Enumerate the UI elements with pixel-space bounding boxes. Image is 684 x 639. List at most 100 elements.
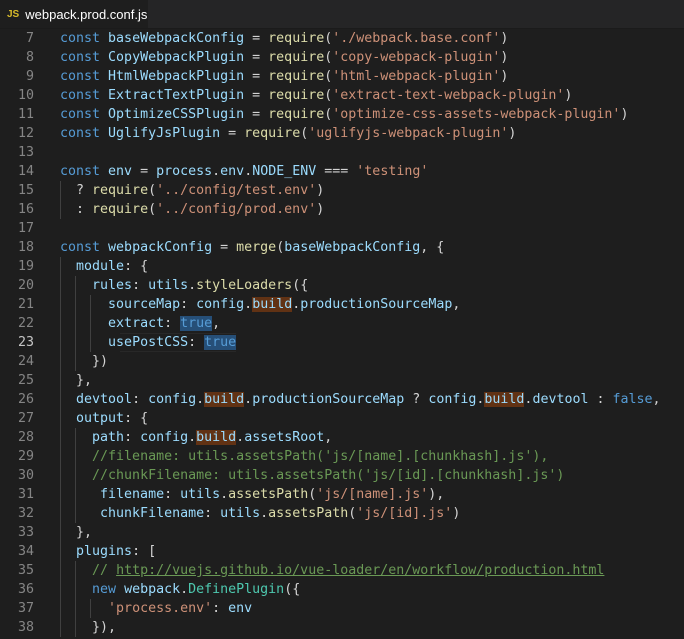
indent-guide bbox=[60, 181, 61, 200]
code-line[interactable]: 34 plugins: [ bbox=[0, 542, 684, 561]
code-token: 'extract-text-webpack-plugin' bbox=[332, 88, 565, 103]
line-content: output: { bbox=[60, 409, 148, 428]
line-number: 28 bbox=[17, 430, 34, 445]
line-number: 29 bbox=[17, 449, 34, 464]
indent-guide bbox=[75, 466, 77, 485]
code-token: : bbox=[124, 430, 141, 445]
code-token: ? bbox=[404, 392, 429, 407]
code-line[interactable]: 32 chunkFilename: utils.assetsPath('js/[… bbox=[0, 504, 684, 523]
code-line[interactable]: 37 'process.env': env bbox=[0, 599, 684, 618]
line-number: 38 bbox=[17, 620, 34, 635]
line-content: devtool: config.build.productionSourceMa… bbox=[60, 390, 661, 409]
code-token: baseWebpackConfig bbox=[108, 31, 245, 46]
code-line[interactable]: 27 output: { bbox=[0, 409, 684, 428]
code-token: : bbox=[180, 297, 197, 312]
code-line[interactable]: 24 }) bbox=[0, 352, 684, 371]
code-line[interactable]: 22 extract: true, bbox=[0, 314, 684, 333]
line-number: 10 bbox=[17, 88, 34, 103]
code-line[interactable]: 19 module: { bbox=[0, 257, 684, 276]
code-token: merge bbox=[236, 240, 277, 255]
line-number: 30 bbox=[17, 468, 34, 483]
indent-guide bbox=[90, 314, 92, 333]
line-number: 31 bbox=[17, 487, 34, 502]
code-token: 'uglifyjs-webpack-plugin' bbox=[308, 126, 509, 141]
line-content: path: config.build.assetsRoot, bbox=[60, 428, 332, 447]
code-line[interactable]: 9 const HtmlWebpackPlugin = require('html… bbox=[0, 67, 684, 86]
code-token: = bbox=[132, 164, 157, 179]
line-content: plugins: [ bbox=[60, 542, 156, 561]
line-number: 9 bbox=[25, 69, 34, 84]
code-token: env bbox=[228, 601, 253, 616]
code-token: //chunkFilename: utils.assetsPath('js/[i… bbox=[92, 468, 565, 483]
code-token: : bbox=[132, 392, 149, 407]
tab-webpack-prod-conf[interactable]: JS webpack.prod.conf.js bbox=[0, 0, 148, 28]
code-token: '../config/prod.env' bbox=[156, 202, 317, 217]
code-token: 'process.env' bbox=[108, 601, 213, 616]
code-token: baseWebpackConfig bbox=[284, 240, 421, 255]
code-token: : bbox=[204, 506, 221, 521]
code-token: require bbox=[268, 69, 325, 84]
line-number: 8 bbox=[25, 50, 34, 65]
line-content: chunkFilename: utils.assetsPath('js/[id]… bbox=[60, 504, 460, 523]
line-content: rules: utils.styleLoaders({ bbox=[60, 276, 308, 295]
code-token: productionSourceMap bbox=[252, 392, 405, 407]
code-line[interactable]: 12 const UglifyJsPlugin = require('uglify… bbox=[0, 124, 684, 143]
code-token: , bbox=[652, 392, 661, 407]
code-line[interactable]: 35 // http://vuejs.github.io/vue-loader/… bbox=[0, 561, 684, 580]
code-line[interactable]: 14 const env = process.env.NODE_ENV === '… bbox=[0, 162, 684, 181]
code-line[interactable]: 26 devtool: config.build.productionSourc… bbox=[0, 390, 684, 409]
code-lines: 7 const baseWebpackConfig = require('./we… bbox=[0, 29, 684, 637]
line-content: const webpackConfig = merge(baseWebpackC… bbox=[60, 238, 444, 257]
code-line[interactable]: 20 rules: utils.styleLoaders({ bbox=[0, 276, 684, 295]
code-token: // bbox=[92, 563, 117, 578]
code-line[interactable]: 28 path: config.build.assetsRoot, bbox=[0, 428, 684, 447]
line-number: 26 bbox=[17, 392, 34, 407]
line-content: const baseWebpackConfig = require('./web… bbox=[60, 29, 508, 48]
code-token: assetsRoot bbox=[244, 430, 325, 445]
code-token: const bbox=[60, 126, 109, 141]
code-editor[interactable]: 7 const baseWebpackConfig = require('./we… bbox=[0, 29, 684, 639]
indent-guide bbox=[75, 485, 77, 504]
code-line[interactable]: 38 }), bbox=[0, 618, 684, 637]
code-token: . bbox=[212, 164, 221, 179]
code-token: '../config/test.env' bbox=[156, 183, 317, 198]
code-line[interactable]: 13 bbox=[0, 143, 684, 162]
code-token: require bbox=[268, 88, 325, 103]
line-number: 11 bbox=[17, 107, 34, 122]
code-line[interactable]: 21 sourceMap: config.build.productionSou… bbox=[0, 295, 684, 314]
code-line[interactable]: 7 const baseWebpackConfig = require('./we… bbox=[0, 29, 684, 48]
code-line[interactable]: 31 filename: utils.assetsPath('js/[name]… bbox=[0, 485, 684, 504]
code-line[interactable]: 17 bbox=[0, 219, 684, 238]
code-token: }, bbox=[60, 525, 93, 540]
line-content: const CopyWebpackPlugin = require('copy-… bbox=[60, 48, 508, 67]
code-line[interactable]: 25 }, bbox=[0, 371, 684, 390]
code-line[interactable]: 11 const OptimizeCSSPlugin = require('opt… bbox=[0, 105, 684, 124]
code-line[interactable]: 23 usePostCSS: true bbox=[0, 333, 684, 352]
line-number: 7 bbox=[25, 31, 34, 46]
code-token: 'html-webpack-plugin' bbox=[332, 69, 501, 84]
code-line[interactable]: 30 //chunkFilename: utils.assetsPath('js… bbox=[0, 466, 684, 485]
code-token: : bbox=[60, 202, 93, 217]
indent-guide bbox=[75, 618, 77, 637]
code-token: const bbox=[60, 88, 109, 103]
code-line[interactable]: 8 const CopyWebpackPlugin = require('copy… bbox=[0, 48, 684, 67]
indent-guide bbox=[60, 580, 61, 599]
code-line[interactable]: 29 //filename: utils.assetsPath('js/[nam… bbox=[0, 447, 684, 466]
line-content: //filename: utils.assetsPath('js/[name].… bbox=[60, 447, 548, 466]
code-token: ( bbox=[148, 183, 157, 198]
code-token: ) bbox=[452, 506, 461, 521]
indent-guide bbox=[60, 447, 61, 466]
code-token: require bbox=[268, 50, 325, 65]
code-token: ( bbox=[276, 240, 285, 255]
code-token: : bbox=[164, 487, 181, 502]
code-line[interactable]: 18 const webpackConfig = merge(baseWebpac… bbox=[0, 238, 684, 257]
code-token: ) bbox=[508, 126, 517, 141]
code-line[interactable]: 15 ? require('../config/test.env') bbox=[0, 181, 684, 200]
code-token: env bbox=[220, 164, 245, 179]
code-token: styleLoaders bbox=[196, 278, 293, 293]
code-token: devtool bbox=[76, 392, 133, 407]
code-line[interactable]: 10 const ExtractTextPlugin = require('ext… bbox=[0, 86, 684, 105]
code-line[interactable]: 16 : require('../config/prod.env') bbox=[0, 200, 684, 219]
code-line[interactable]: 33 }, bbox=[0, 523, 684, 542]
code-line[interactable]: 36 new webpack.DefinePlugin({ bbox=[0, 580, 684, 599]
